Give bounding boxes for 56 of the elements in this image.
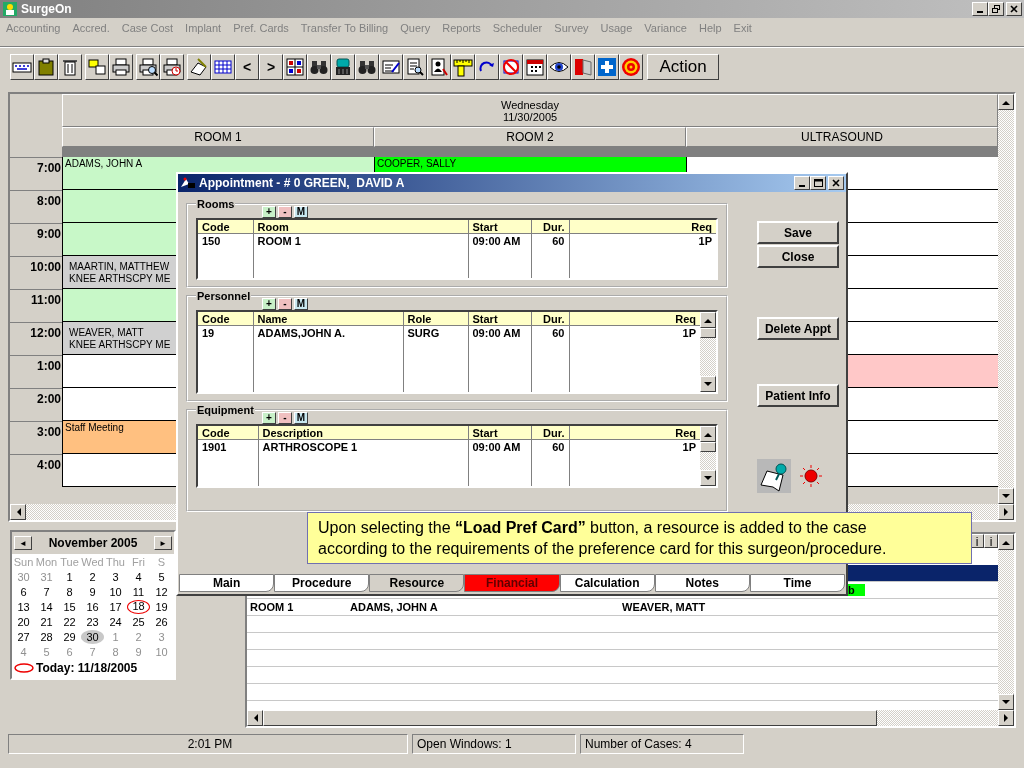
table-cell: 150	[198, 233, 253, 249]
time-label: 3:00	[36, 425, 61, 439]
table-cell: 19	[198, 325, 253, 341]
table-cell: 60	[531, 325, 569, 341]
table-cell: 09:00 AM	[468, 325, 531, 341]
table-cell: 60	[531, 439, 569, 455]
table-cell: ARTHROSCOPE 1	[258, 439, 468, 455]
time-label: 1:00	[36, 359, 61, 373]
group-title: Personnel	[196, 290, 252, 302]
list-cell-text: WEAVER, MATT	[622, 601, 707, 613]
appointment-text: COOPER, SALLY	[377, 158, 457, 170]
appointment-text: Staff Meeting	[65, 422, 124, 434]
appointment-text: ADAMS, JOHN A	[65, 158, 143, 170]
table-cell: 1P	[569, 325, 700, 341]
status-field: Number of Cases: 4	[580, 734, 744, 754]
weekday-label: Mon	[35, 555, 58, 568]
time-label: 9:00	[36, 227, 61, 241]
status-field: 2:01 PM	[8, 734, 408, 754]
table-cell: SURG	[403, 325, 468, 341]
appointment-text: WEAVER, MATT	[68, 327, 144, 339]
date-label: 11/30/2005	[502, 110, 558, 123]
status-field: Open Windows: 1	[412, 734, 576, 754]
time-label: 11:00	[30, 293, 61, 307]
time-label: 4:00	[36, 458, 61, 472]
flag-cell: b	[848, 584, 865, 596]
group-title: Rooms	[196, 198, 236, 210]
appointment-text: MAARTIN, MATTHEW	[68, 261, 170, 273]
weekday-label: Sun	[12, 555, 35, 568]
time-label: 2:00	[36, 392, 61, 406]
list-cell-text: ROOM 1	[249, 601, 295, 613]
callout-text: Upon selecting the “Load Pref Card” button, a resource is added to the case according to the requirements of the preference card for this surgeon/procedure.	[318, 518, 888, 559]
dialog-title: Appointment - # 0 GREEN, DAVID A	[199, 176, 405, 190]
weekday-label: Wednesday	[501, 98, 559, 111]
table-cell: 1901	[198, 439, 258, 455]
month-label: November 2005	[48, 536, 138, 550]
appointment-text: KNEE ARTHSCPY ME	[68, 273, 171, 285]
weekday-label: Tue	[59, 555, 80, 568]
table-cell: 1P	[569, 233, 716, 249]
table-cell: 60	[531, 233, 569, 249]
time-label: 12:00	[30, 326, 61, 340]
weekday-label: Thu	[105, 555, 126, 568]
weekday-label: Wed	[81, 555, 104, 568]
table-cell: ADAMS,JOHN A.	[253, 325, 403, 341]
window-title: SurgeOn	[21, 2, 72, 16]
list-cell-text: ADAMS, JOHN A	[350, 601, 439, 613]
table-cell: 09:00 AM	[468, 439, 531, 455]
time-label: 10:00	[30, 260, 61, 274]
group-title: Equipment	[196, 404, 255, 416]
weekday-label: Fri	[131, 555, 146, 568]
table-cell: ROOM 1	[253, 233, 468, 249]
time-label: 7:00	[36, 161, 61, 175]
table-cell: 09:00 AM	[468, 233, 531, 249]
time-label: 8:00	[36, 194, 61, 208]
weekday-label: S	[156, 555, 167, 568]
table-cell: 1P	[569, 439, 700, 455]
appointment-text: KNEE ARTHSCPY ME	[68, 339, 171, 351]
